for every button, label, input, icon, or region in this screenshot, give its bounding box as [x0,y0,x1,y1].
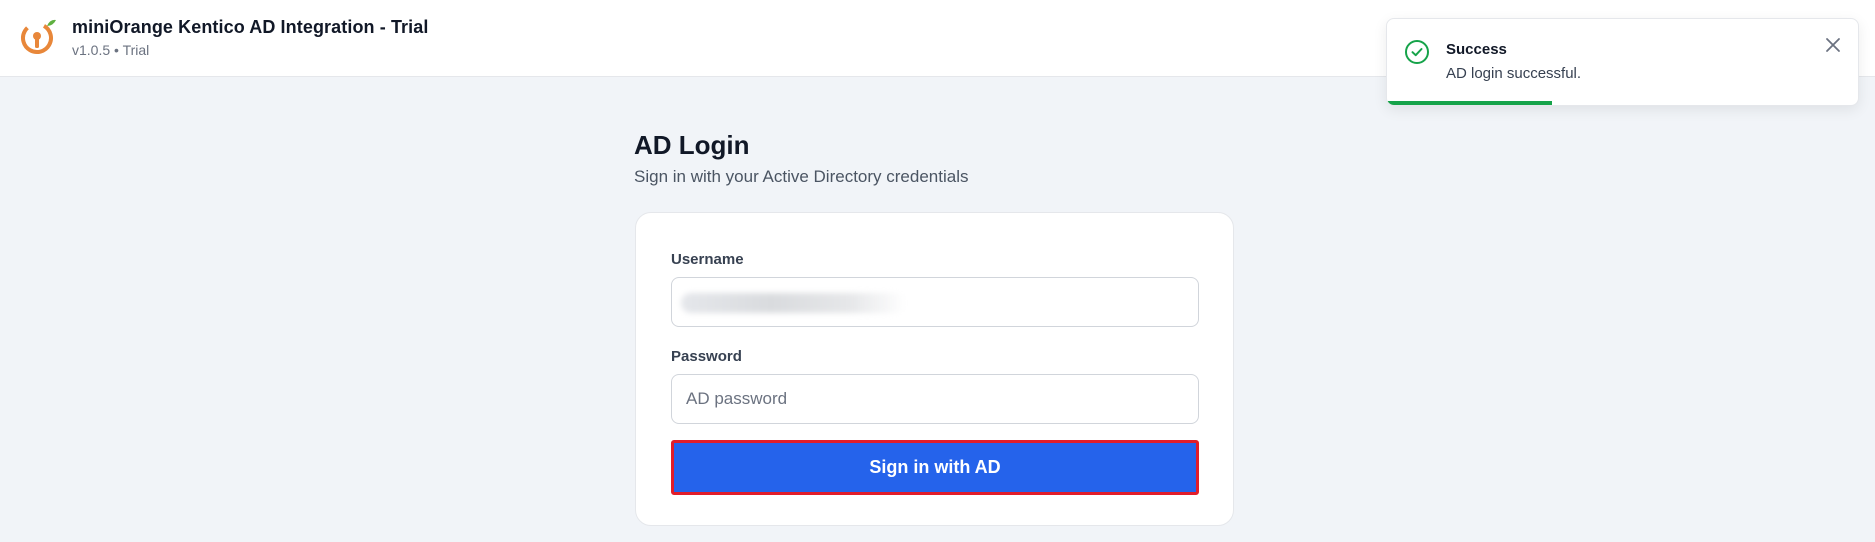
toast-progress-track [1387,101,1858,105]
close-icon [1826,38,1840,52]
login-card: Username Password Sign in with AD [635,212,1234,526]
app-version: v1.0.5 • Trial [72,42,150,58]
redacted-username-value [681,293,906,313]
success-toast: Success AD login successful. [1386,18,1859,106]
password-input[interactable] [671,374,1199,424]
toast-title: Success [1446,41,1507,58]
sign-in-with-ad-button[interactable]: Sign in with AD [671,440,1199,495]
toast-close-button[interactable] [1821,33,1845,57]
username-label: Username [671,251,744,268]
page-title: AD Login [634,130,750,160]
orange-key-logo-icon [21,19,56,54]
toast-message: AD login successful. [1446,65,1582,82]
check-circle-icon [1405,40,1429,64]
page-subtitle: Sign in with your Active Directory crede… [634,167,969,186]
password-label: Password [671,348,742,365]
app-title: miniOrange Kentico AD Integration - Tria… [72,17,429,37]
toast-progress-bar [1387,101,1552,105]
